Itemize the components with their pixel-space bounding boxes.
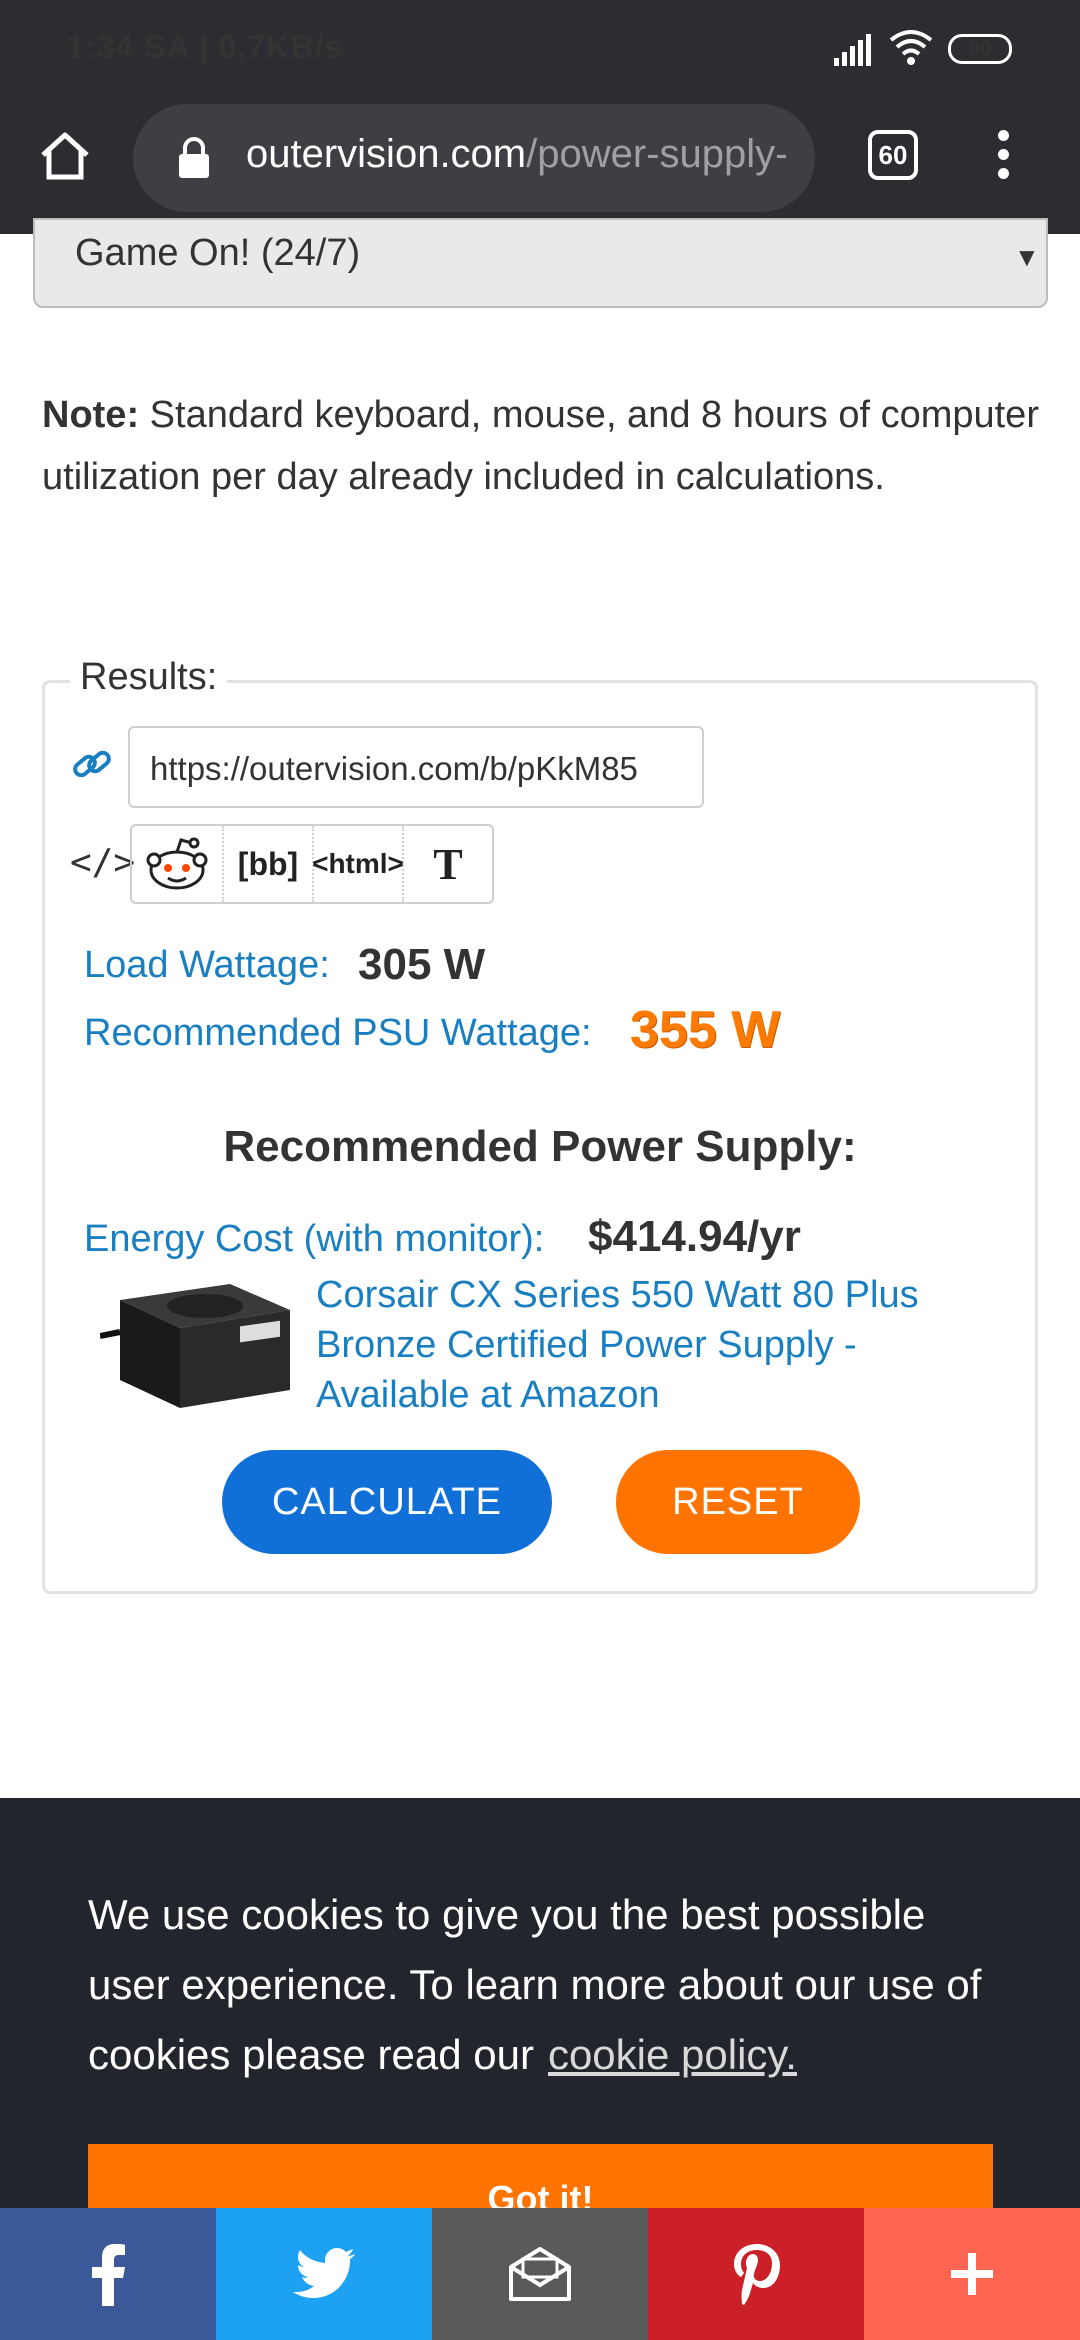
link-icon[interactable] — [70, 742, 114, 786]
text-share-button[interactable]: T — [404, 826, 492, 902]
plus-icon — [951, 2253, 993, 2295]
facebook-icon — [92, 2244, 125, 2306]
cookie-policy-link[interactable]: cookie policy. — [548, 2031, 797, 2078]
load-wattage-label: Load Wattage: — [84, 944, 330, 986]
cookie-message: We use cookies to give you the best poss… — [88, 1880, 1008, 2090]
cookie-message-text: We use cookies to give you the best poss… — [88, 1891, 982, 2078]
email-share-button[interactable] — [432, 2208, 648, 2340]
note-label: Note: — [42, 394, 140, 436]
load-wattage-value: 305 W — [358, 940, 486, 989]
email-icon — [509, 2247, 571, 2301]
more-share-button[interactable] — [864, 2208, 1080, 2340]
wifi-icon — [889, 30, 933, 65]
reddit-share-button[interactable] — [132, 826, 224, 902]
status-time: 1:34 SA | 0,7KB/s — [66, 28, 343, 65]
embed-code-icon: </> — [70, 842, 136, 883]
url-domain: outervision.com — [246, 132, 527, 176]
pinterest-share-button[interactable] — [648, 2208, 864, 2340]
home-button[interactable] — [30, 120, 100, 190]
reddit-icon — [146, 837, 208, 890]
share-format-buttons: [bb] <html> T — [130, 824, 494, 904]
usage-note: Note: Standard keyboard, mouse, and 8 ho… — [42, 384, 1042, 508]
calculate-button[interactable]: CALCULATE — [222, 1450, 552, 1554]
menu-dot-icon — [997, 168, 1009, 179]
url-path: /power-supply-calculator — [526, 132, 786, 176]
tab-count: 60 — [878, 139, 908, 170]
share-url-field[interactable]: https://outervision.com/b/pKkM85 — [128, 726, 704, 808]
power-supply-image[interactable] — [100, 1280, 292, 1410]
menu-dot-icon — [997, 130, 1009, 141]
product-link[interactable]: Corsair CX Series 550 Watt 80 Plus Bronz… — [316, 1270, 956, 1420]
psu-wattage-label: Recommended PSU Wattage: — [84, 1012, 592, 1054]
note-text: Standard keyboard, mouse, and 8 hours of… — [42, 394, 1039, 498]
signal-icon — [834, 34, 871, 66]
reset-button[interactable]: RESET — [616, 1450, 860, 1554]
facebook-share-button[interactable] — [0, 2208, 216, 2340]
usage-select-value: Game On! (24/7) — [75, 232, 361, 274]
battery-level: 80 — [968, 37, 992, 60]
battery-indicator: 80 — [948, 34, 1012, 64]
tab-switcher-button[interactable]: 60 — [868, 130, 918, 180]
results-legend: Results: — [70, 656, 228, 699]
browser-menu-button[interactable] — [990, 130, 1016, 186]
bbcode-share-button[interactable]: [bb] — [224, 826, 314, 902]
home-icon — [41, 132, 89, 180]
menu-dot-icon — [997, 149, 1009, 160]
lock-icon — [179, 137, 209, 178]
url-text[interactable]: outervision.com/power-supply-calculator — [246, 132, 786, 184]
twitter-share-button[interactable] — [216, 2208, 432, 2340]
dropdown-arrow-icon: ▼ — [1014, 242, 1040, 272]
twitter-icon — [293, 2248, 355, 2298]
energy-cost-label: Energy Cost (with monitor): — [84, 1218, 545, 1260]
psu-wattage-value: 355 W — [630, 1001, 781, 1059]
html-share-button[interactable]: <html> — [312, 826, 404, 902]
energy-cost-value: $414.94/yr — [588, 1212, 801, 1261]
social-share-bar — [0, 2208, 1080, 2340]
pinterest-icon — [734, 2244, 780, 2305]
recommended-psu-title: Recommended Power Supply: — [223, 1122, 857, 1171]
